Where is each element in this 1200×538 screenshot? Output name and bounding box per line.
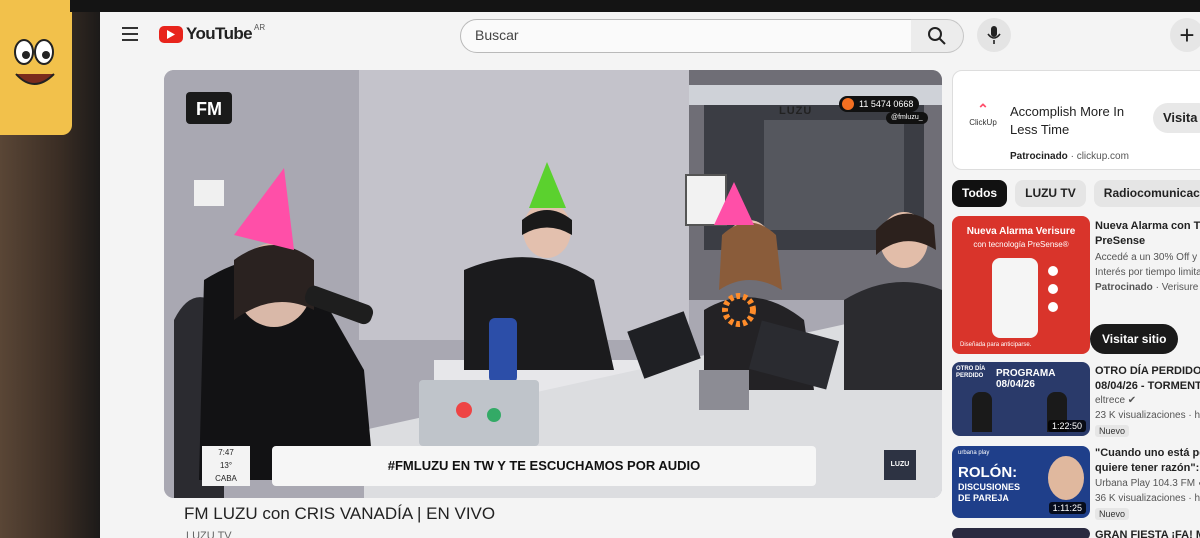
temperature: 13° [219, 461, 233, 470]
rec-title-line2: 08/04/26 - TORMENTA [1095, 380, 1200, 392]
luzu-corner-logo: LUZU [884, 450, 916, 480]
phone-number: 11 5474 0668 [859, 99, 914, 109]
video-player[interactable]: FM 11 5474 0668 @fmluzu_ LUZU 7:47 13° C… [164, 70, 942, 498]
sidebar: ⌃ ClickUp Accomplish More In Less Time P… [952, 70, 1200, 538]
duration-badge: 1:22:50 [1047, 420, 1086, 432]
rec-title-line2: quiere tener razón": GAB [1095, 462, 1200, 474]
ad-card-clickup[interactable]: ⌃ ClickUp Accomplish More In Less Time P… [952, 70, 1200, 170]
weather-widget: 7:47 13° CABA [202, 446, 250, 486]
rec-title-line1: "Cuando uno está pelea [1095, 447, 1200, 459]
logo-country: AR [254, 22, 266, 32]
new-badge: Nuevo [1095, 425, 1130, 437]
phone-overlay: 11 5474 0668 [839, 96, 920, 112]
handle-overlay: @fmluzu_ [886, 112, 928, 124]
city: CABA [215, 474, 237, 483]
ad-visit-button[interactable]: Visita [1153, 103, 1200, 133]
banner-text: #FMLUZU EN TW Y TE ESCUCHAMOS POR AUDIO [387, 458, 701, 473]
clickup-logo: ⌃ ClickUp [967, 101, 999, 127]
rec-meta: Patrocinado · Verisure A [1095, 282, 1200, 293]
rec-thumbnail[interactable] [952, 528, 1090, 538]
duration-badge: 1:11:25 [1048, 502, 1086, 514]
microphone-icon [987, 26, 1001, 44]
visit-site-button[interactable]: Visitar sitio [1090, 324, 1179, 354]
feature-dot [1048, 266, 1058, 276]
rec-desc-line2: Interés por tiempo limitad [1095, 267, 1200, 278]
rec-title-line1: GRAN FIESTA ¡FA! MONY [1095, 529, 1200, 538]
ad-meta: Patrocinado · clickup.com [1010, 151, 1129, 162]
rec-views: 36 K visualizaciones · hace [1095, 493, 1200, 504]
studio-sign: LUZU [779, 105, 813, 117]
svg-text:FM: FM [196, 99, 222, 119]
rec-channel[interactable]: eltrece ✔ [1095, 395, 1136, 406]
fm-logo-icon: FM [184, 88, 234, 126]
sticker-decoration [0, 0, 72, 135]
ad-title: Accomplish More In Less Time [1010, 104, 1125, 137]
chip-luzu-tv[interactable]: LUZU TV [1015, 180, 1086, 207]
video-title: FM LUZU con CRIS VANADÍA | EN VIVO [184, 504, 496, 523]
feature-dot [1048, 284, 1058, 294]
rec-rolon[interactable]: urbana play ROLÓN: DISCUSIONES DE PAREJA… [952, 446, 1200, 524]
channel-name[interactable]: LUZU TV [186, 530, 232, 538]
rec-views: 23 K visualizaciones · hace [1095, 410, 1200, 421]
browser-screen: YouTube AR Buscar + FM 11 5474 0668 @fml… [100, 12, 1200, 538]
rec-otro-dia-perdido[interactable]: OTRO DÍA PERDIDO PROGRAMA 08/04/26 1:22:… [952, 362, 1200, 440]
hamburger-menu-icon[interactable] [122, 26, 140, 42]
create-plus-button[interactable]: + [1170, 18, 1200, 52]
rec-title-line1: OTRO DÍA PERDIDO - P [1095, 365, 1200, 377]
youtube-logo[interactable]: YouTube AR [159, 22, 266, 44]
verified-icon: ✔ [1127, 395, 1137, 406]
rec-thumbnail[interactable]: urbana play ROLÓN: DISCUSIONES DE PAREJA… [952, 446, 1090, 518]
rec-desc-line1: Accedé a un 30% Off y 12 [1095, 252, 1200, 263]
laptop-bezel-top [70, 0, 1200, 12]
rec-gran-fiesta[interactable]: GRAN FIESTA ¡FA! MONY [952, 528, 1200, 538]
person-face [1048, 456, 1084, 500]
chip-radiocomunicacion[interactable]: Radiocomunicación [1093, 180, 1200, 207]
rec-thumbnail[interactable]: Nueva Alarma Verisure con tecnología Pre… [952, 216, 1090, 354]
play-logo-icon [159, 25, 183, 43]
feature-dot [1048, 302, 1058, 312]
phone-icon [842, 98, 854, 110]
search-button[interactable] [911, 19, 964, 53]
search-input[interactable]: Buscar [460, 19, 912, 53]
logo-text: YouTube [186, 24, 253, 43]
new-badge: Nuevo [1095, 508, 1130, 520]
clickup-logo-icon: ⌃ [977, 101, 989, 117]
voice-search-button[interactable] [977, 18, 1011, 52]
clock-time: 7:47 [218, 448, 234, 457]
rec-title-line2: PreSense [1095, 235, 1146, 247]
video-frame-scene [164, 70, 942, 498]
person-silhouette [972, 392, 992, 432]
rec-channel[interactable]: Urbana Play 104.3 FM ✔ [1095, 478, 1200, 489]
sticker-face-icon [14, 39, 55, 85]
search-icon [928, 27, 946, 45]
rec-title-line1: Nueva Alarma con Te [1095, 220, 1200, 232]
search-placeholder: Buscar [475, 27, 519, 43]
top-bar: YouTube AR Buscar + [100, 12, 1200, 62]
rec-thumbnail[interactable]: OTRO DÍA PERDIDO PROGRAMA 08/04/26 1:22:… [952, 362, 1090, 436]
alarm-device-image [992, 258, 1038, 338]
banner-overlay: #FMLUZU EN TW Y TE ESCUCHAMOS POR AUDIO [272, 446, 816, 486]
rec-verisure-ad[interactable]: Nueva Alarma Verisure con tecnología Pre… [952, 216, 1200, 361]
filter-chips: Todos LUZU TV Radiocomunicación [952, 180, 1200, 207]
chip-todos[interactable]: Todos [952, 180, 1008, 207]
